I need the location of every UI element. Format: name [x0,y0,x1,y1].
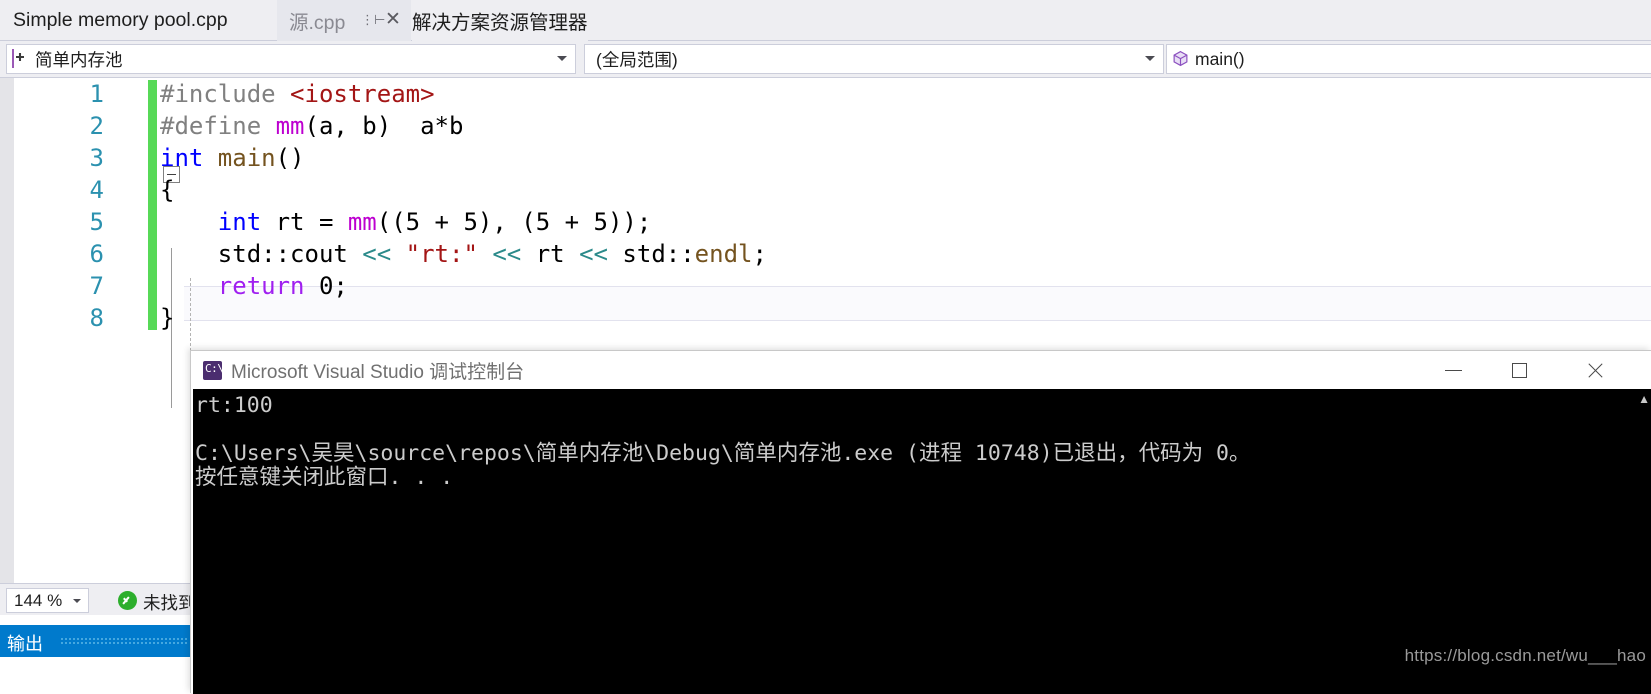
editor-tab-strip: Simple memory pool.cpp 源.cpp ⋮⊢ ✕ 解决方案资源… [0,0,1651,41]
navigation-bar: 简单内存池 (全局范围) main() [0,41,1651,78]
code-token: } [160,304,175,332]
code-line[interactable]: } [160,302,174,334]
check-circle-icon [118,591,137,610]
code-line[interactable]: return 0; [160,270,348,302]
code-token: ((5 + 5), (5 + 5)); [376,208,652,236]
code-line[interactable]: #include <iostream> [160,78,435,110]
project-icon [12,49,30,68]
code-token: return [160,272,319,300]
maximize-icon[interactable] [1488,351,1550,389]
code-token: "rt:" [405,240,478,268]
output-tool-window-tab[interactable]: 输出 [0,625,190,657]
scroll-up-icon[interactable]: ▲ [1638,393,1650,405]
code-token: main [217,144,276,172]
tab-label: Simple memory pool.cpp [13,9,228,31]
code-token: (a, b) a*b [304,112,464,140]
project-dropdown-value: 简单内存池 [35,49,123,70]
line-number: 8 [89,304,104,332]
code-token: << [362,240,406,268]
code-token: mm [275,112,305,140]
chevron-down-icon[interactable] [73,599,81,603]
code-line[interactable]: int rt = mm((5 + 5), (5 + 5)); [160,206,652,238]
code-token: rt [535,240,580,268]
console-cs-icon: C:\ [203,360,224,380]
console-line: C:\Users\吴昊\source\repos\简单内存池\Debug\简单内… [195,441,1251,466]
line-number: 3 [89,144,104,172]
code-line[interactable]: std::cout << "rt:" << rt << std::endl; [160,238,767,270]
code-token: int [160,208,276,236]
zoom-level-value: 144 % [14,590,63,610]
zoom-level-dropdown[interactable]: 144 % [6,588,89,613]
tab-source-cpp[interactable]: 源.cpp ⋮⊢ ✕ [277,0,411,41]
code-token: std::cout [160,240,363,268]
line-number: 6 [89,240,104,268]
symbol-dropdown[interactable]: main() [1166,44,1651,74]
editor-selection-margin [0,78,14,583]
code-token: std:: [622,240,695,268]
code-token: mm [347,208,377,236]
code-token: << [477,240,536,268]
code-token: () [275,144,305,172]
debug-console-window[interactable]: C:\ Microsoft Visual Studio 调试控制台 rt:100… [190,350,1651,694]
console-title-bar[interactable]: C:\ Microsoft Visual Studio 调试控制台 [191,351,1650,389]
code-token: <iostream> [290,80,435,108]
code-token: #include [160,80,291,108]
close-icon[interactable]: ✕ [384,10,402,29]
tab-label: 解决方案资源管理器 [412,12,588,34]
console-line: 按任意键关闭此窗口. . . [195,465,454,490]
change-tracking-bar [148,80,157,330]
code-token: endl [694,240,753,268]
console-line: rt:100 [195,393,273,418]
method-cube-icon [1172,50,1190,68]
status-message: 未找到 [143,593,190,613]
drag-handle[interactable] [60,637,188,645]
console-output-area[interactable]: rt:100 C:\Users\吴昊\source\repos\简单内存池\De… [193,389,1651,694]
code-token: { [160,176,175,204]
close-icon[interactable] [1564,351,1626,389]
scope-dropdown[interactable]: (全局范围) [584,44,1164,74]
line-number: 2 [89,112,104,140]
code-token: #define [160,112,276,140]
code-line[interactable]: int main() [160,142,305,174]
line-number: 4 [89,176,104,204]
code-token: rt = [275,208,348,236]
code-token: << [579,240,623,268]
line-number: 1 [89,80,104,108]
chevron-down-icon[interactable] [557,56,567,61]
symbol-dropdown-value: main() [1195,48,1245,69]
code-line[interactable]: { [160,174,174,206]
pin-icon[interactable]: ⋮⊢ [361,13,385,27]
tab-simple-memory-pool-cpp[interactable]: Simple memory pool.cpp [13,0,228,41]
chevron-down-icon[interactable] [1145,56,1155,61]
code-token: int [160,144,218,172]
tab-label: 源.cpp [289,12,346,34]
project-dropdown[interactable]: 简单内存池 [6,44,576,74]
watermark-text: https://blog.csdn.net/wu___hao [1404,646,1646,665]
tab-solution-explorer[interactable]: 解决方案资源管理器 [412,0,588,41]
output-tab-label: 输出 [7,634,43,654]
minimize-icon[interactable] [1422,351,1484,389]
scope-dropdown-value: (全局范围) [596,49,678,70]
code-token: ; [752,240,767,268]
bottom-filler [0,657,190,693]
console-title-text: Microsoft Visual Studio 调试控制台 [231,361,525,383]
code-line[interactable]: #define mm(a, b) a*b [160,110,463,142]
code-token: 0; [318,272,348,300]
line-number-gutter: 1 2 3 4 5 6 7 8 [14,78,120,583]
line-number: 7 [89,272,104,300]
line-number: 5 [89,208,104,236]
